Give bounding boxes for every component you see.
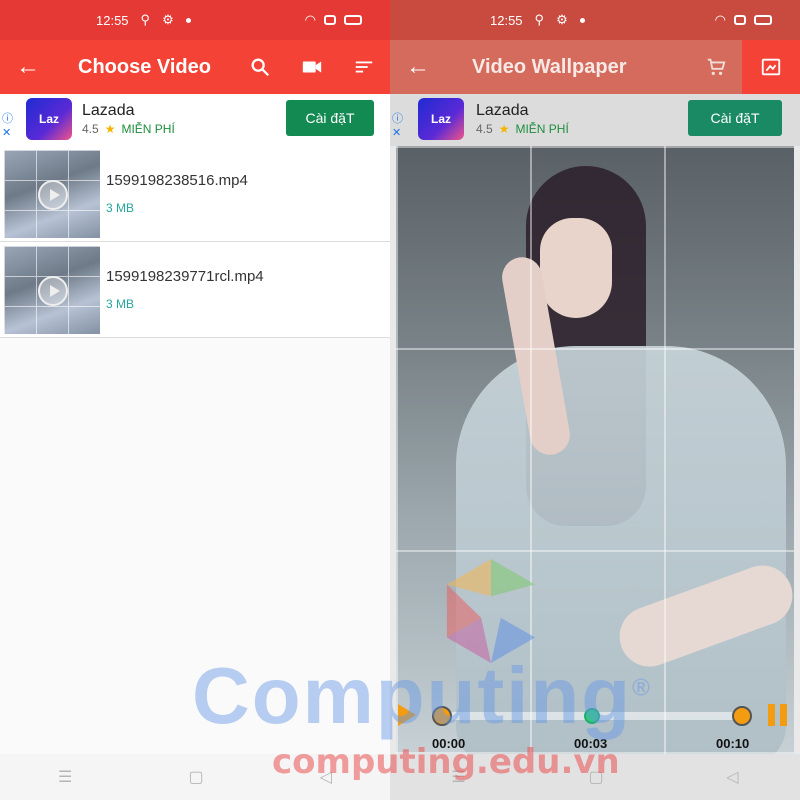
system-nav-bar: ☰ ▢ ◁ <box>0 754 390 800</box>
set-wallpaper-icon[interactable] <box>742 40 800 94</box>
page-title: Video Wallpaper <box>472 55 627 78</box>
screens: 12:55 ⚲ ⚙ ◠ ← Choose Video ⓘ ✕ Laz Lazad… <box>0 0 800 800</box>
home-nav-icon[interactable]: ▢ <box>188 767 203 787</box>
status-time: 12:55 <box>490 12 523 28</box>
seek-position-handle[interactable] <box>584 708 600 724</box>
star-icon: ★ <box>498 122 510 136</box>
wifi-icon: ◠ <box>304 12 316 27</box>
location-icon: ⚲ <box>534 12 545 27</box>
video-list-item[interactable]: 1599198239771rcl.mp4 3 MB <box>0 242 390 338</box>
ad-banner[interactable]: ⓘ ✕ Laz Lazada 4.5 ★ MIỄN PHÍ Cài đặT <box>390 94 800 146</box>
ad-name: Lazada <box>476 102 529 119</box>
star-icon: ★ <box>104 122 116 136</box>
ad-banner[interactable]: ⓘ ✕ Laz Lazada 4.5 ★ MIỄN PHÍ Cài đặT <box>0 94 390 146</box>
settings-status-icon: ⚙ <box>162 12 174 27</box>
menu-nav-icon[interactable]: ☰ <box>451 767 465 787</box>
battery-icon <box>754 15 772 25</box>
video-list: 1599198238516.mp4 3 MB 1599198239771rcl.… <box>0 146 390 338</box>
status-bar: 12:55 ⚲ ⚙ ◠ <box>390 0 800 40</box>
play-circle-icon <box>38 276 68 306</box>
ad-rating: 4.5 <box>476 122 493 136</box>
page-title: Choose Video <box>78 55 211 78</box>
search-icon[interactable] <box>234 40 286 94</box>
ad-info-icon[interactable]: ⓘ ✕ <box>2 112 13 140</box>
video-thumbnail <box>4 246 100 334</box>
lazada-logo: Laz <box>26 98 72 140</box>
status-bar: 12:55 ⚲ ⚙ ◠ <box>0 0 390 40</box>
sim-icon <box>734 15 746 25</box>
app-bar: ← Choose Video <box>0 40 390 94</box>
ad-price: MIỄN PHÍ <box>515 122 569 136</box>
video-wallpaper-screen: 12:55 ⚲ ⚙ ◠ ← Video Wallpaper ⓘ ✕ Laz La… <box>390 0 800 800</box>
back-nav-icon[interactable]: ◁ <box>726 767 738 787</box>
play-icon[interactable] <box>398 704 416 726</box>
video-list-item[interactable]: 1599198238516.mp4 3 MB <box>0 146 390 242</box>
play-circle-icon <box>38 180 68 210</box>
wifi-icon: ◠ <box>714 12 726 27</box>
seek-end-handle[interactable] <box>732 706 752 726</box>
ad-name: Lazada <box>82 102 135 119</box>
lazada-logo: Laz <box>418 98 464 140</box>
ad-price: MIỄN PHÍ <box>121 122 175 136</box>
status-time: 12:55 <box>96 12 129 28</box>
location-icon: ⚲ <box>140 12 151 27</box>
app-bar: ← Video Wallpaper <box>390 40 800 94</box>
back-arrow-icon[interactable]: ← <box>0 53 56 81</box>
videocam-icon[interactable] <box>286 40 338 94</box>
sort-icon[interactable] <box>338 40 390 94</box>
video-size: 3 MB <box>106 201 135 215</box>
seek-bar[interactable] <box>432 706 752 726</box>
video-size: 3 MB <box>106 297 135 311</box>
ad-rating: 4.5 <box>82 122 99 136</box>
back-arrow-icon[interactable]: ← <box>390 53 446 81</box>
battery-icon <box>344 15 362 25</box>
settings-status-icon: ⚙ <box>556 12 568 27</box>
notification-dot-icon <box>185 17 191 23</box>
choose-video-screen: 12:55 ⚲ ⚙ ◠ ← Choose Video ⓘ ✕ Laz Lazad… <box>0 0 390 800</box>
back-nav-icon[interactable]: ◁ <box>320 767 332 787</box>
video-thumbnail <box>4 150 100 238</box>
system-nav-bar: ☰ ▢ ◁ <box>390 754 800 800</box>
video-preview <box>396 146 794 758</box>
notification-dot-icon <box>579 17 585 23</box>
ad-info-icon[interactable]: ⓘ ✕ <box>392 112 403 140</box>
install-button[interactable]: Cài đặT <box>688 100 782 136</box>
current-time: 00:00 <box>432 736 466 751</box>
video-filename: 1599198239771rcl.mp4 <box>106 268 264 285</box>
end-time: 00:10 <box>716 736 750 751</box>
video-player-controls: 00:00 00:03 00:10 <box>390 696 800 760</box>
mid-time: 00:03 <box>574 736 608 751</box>
install-button[interactable]: Cài đặT <box>286 100 374 136</box>
video-filename: 1599198238516.mp4 <box>106 172 248 189</box>
sim-icon <box>324 15 336 25</box>
menu-nav-icon[interactable]: ☰ <box>58 767 72 787</box>
seek-start-handle[interactable] <box>432 706 452 726</box>
home-nav-icon[interactable]: ▢ <box>588 767 603 787</box>
pause-icon[interactable] <box>768 704 788 726</box>
cart-icon[interactable] <box>690 40 742 94</box>
